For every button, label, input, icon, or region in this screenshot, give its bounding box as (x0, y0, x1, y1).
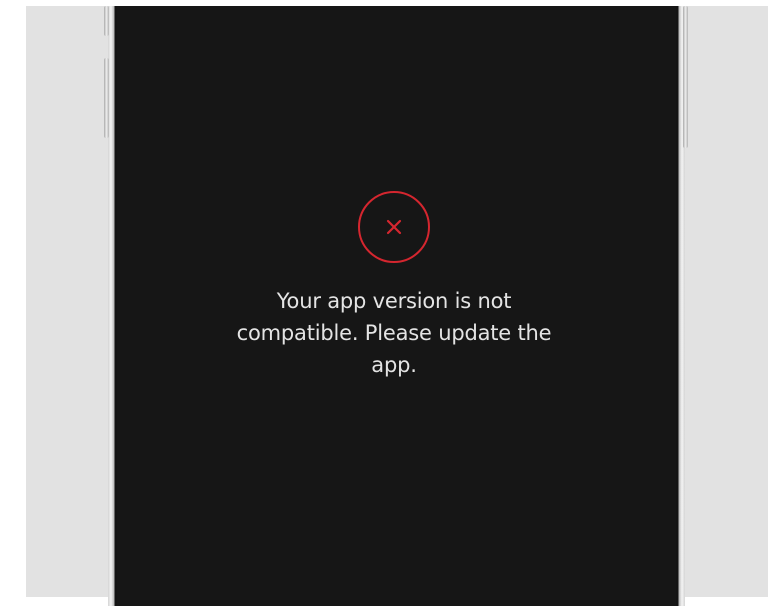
close-x-icon (386, 219, 402, 235)
error-close-icon (358, 191, 430, 263)
phone-volume-button (104, 58, 109, 138)
incompatible-version-message: Your app version is not compatible. Plea… (236, 289, 552, 377)
phone-power-button (683, 6, 688, 148)
phone-side-button (104, 6, 109, 36)
